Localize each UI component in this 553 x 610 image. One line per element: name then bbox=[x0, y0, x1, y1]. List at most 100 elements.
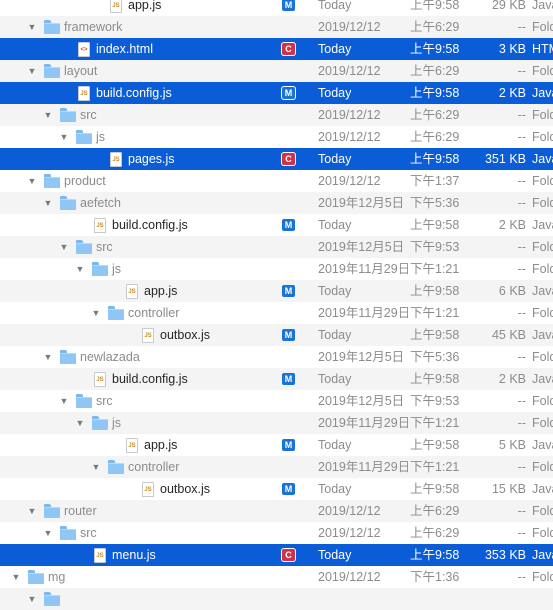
folder-row[interactable]: ▼ src 2019/12/12 上午6:29 -- Fold bbox=[0, 522, 553, 544]
date-cell: Today bbox=[318, 152, 352, 166]
file-row[interactable]: JS app.js M Today 上午9:58 5 KB Java bbox=[0, 434, 553, 456]
folder-icon bbox=[76, 394, 92, 408]
disclosure-triangle-icon[interactable]: ▼ bbox=[42, 346, 54, 368]
size-cell: -- bbox=[517, 196, 526, 210]
conflict-badge: C bbox=[282, 549, 295, 561]
disclosure-triangle-icon[interactable]: ▼ bbox=[10, 566, 22, 588]
disclosure-triangle-icon[interactable]: ▼ bbox=[26, 170, 38, 192]
time-cell: 下午1:21 bbox=[410, 306, 460, 320]
file-row[interactable]: <> index.html C Today 上午9:58 3 KB HTM bbox=[0, 38, 553, 60]
disclosure-triangle-icon[interactable]: ▼ bbox=[90, 456, 102, 478]
date-cell: 2019/12/12 bbox=[318, 108, 381, 122]
size-cell: -- bbox=[517, 394, 526, 408]
folder-row[interactable]: ▼ product 2019/12/12 下午1:37 -- Fold bbox=[0, 170, 553, 192]
disclosure-triangle-icon[interactable]: ▼ bbox=[90, 302, 102, 324]
kind-cell: Fold bbox=[532, 504, 553, 518]
time-cell: 上午9:58 bbox=[410, 482, 460, 496]
time-cell: 上午9:58 bbox=[410, 0, 460, 12]
kind-cell: Java bbox=[532, 86, 553, 100]
disclosure-triangle-icon[interactable]: ▼ bbox=[58, 236, 70, 258]
kind-cell: Fold bbox=[532, 20, 553, 34]
folder-row[interactable]: ▼ framework 2019/12/12 上午6:29 -- Fold bbox=[0, 16, 553, 38]
file-row[interactable]: JS outbox.js M Today 上午9:58 15 KB Java bbox=[0, 478, 553, 500]
kind-cell: Fold bbox=[532, 416, 553, 430]
folder-row[interactable]: ▼ js 2019年11月29日 下午1:21 -- Fold bbox=[0, 412, 553, 434]
size-cell: 5 KB bbox=[498, 438, 526, 452]
size-cell: 2 KB bbox=[498, 218, 526, 232]
folder-row[interactable]: ▼ aefetch 2019年12月5日 下午5:36 -- Fold bbox=[0, 192, 553, 214]
time-cell: 上午9:58 bbox=[410, 218, 460, 232]
disclosure-triangle-icon[interactable]: ▼ bbox=[26, 500, 38, 522]
disclosure-triangle-icon[interactable]: ▼ bbox=[42, 522, 54, 544]
disclosure-triangle-icon[interactable]: ▼ bbox=[26, 60, 38, 82]
name-cell: JS app.js bbox=[0, 280, 276, 302]
date-cell: Today bbox=[318, 42, 352, 56]
file-row[interactable]: JS app.js M Today 上午9:58 29 KB Java bbox=[0, 0, 553, 16]
size-cell: -- bbox=[517, 306, 526, 320]
folder-row[interactable]: ▼ src 2019年12月5日 下午9:53 -- Fold bbox=[0, 390, 553, 412]
file-type-glyph: <> bbox=[80, 47, 88, 53]
item-name: js bbox=[112, 262, 122, 276]
folder-row[interactable]: ▼ controller 2019年11月29日 下午1:21 -- Fold bbox=[0, 302, 553, 324]
kind-cell: Fold bbox=[532, 460, 553, 474]
kind-cell: Fold bbox=[532, 306, 553, 320]
conflict-badge: C bbox=[282, 43, 295, 55]
time-cell: 上午9:58 bbox=[410, 86, 460, 100]
file-icon: JS bbox=[78, 86, 90, 101]
file-icon: JS bbox=[94, 548, 106, 563]
item-name: app.js bbox=[128, 0, 162, 12]
item-name: outbox.js bbox=[160, 328, 211, 342]
folder-row[interactable]: ▼ router 2019/12/12 上午6:29 -- Fold bbox=[0, 500, 553, 522]
file-row[interactable]: JS build.config.js M Today 上午9:58 2 KB Java bbox=[0, 368, 553, 390]
folder-row[interactable]: ▼ mg 2019/12/12 下午1:36 -- Fold bbox=[0, 566, 553, 588]
disclosure-triangle-icon[interactable]: ▼ bbox=[74, 412, 86, 434]
size-cell: 6 KB bbox=[498, 284, 526, 298]
name-cell: JS app.js bbox=[0, 434, 276, 456]
folder-icon bbox=[60, 108, 76, 122]
file-row[interactable]: JS menu.js C Today 上午9:58 353 KB Java bbox=[0, 544, 553, 566]
disclosure-triangle-icon[interactable]: ▼ bbox=[26, 16, 38, 38]
kind-cell: Fold bbox=[532, 262, 553, 276]
kind-cell: Java bbox=[532, 284, 553, 298]
kind-cell: Java bbox=[532, 0, 553, 12]
folder-row[interactable]: ▼ js 2019年11月29日 下午1:21 -- Fold bbox=[0, 258, 553, 280]
file-row[interactable]: JS pages.js C Today 上午9:58 351 KB Java bbox=[0, 148, 553, 170]
folder-row[interactable]: ▼ layout 2019/12/12 上午6:29 -- Fold bbox=[0, 60, 553, 82]
disclosure-triangle-icon[interactable]: ▼ bbox=[42, 192, 54, 214]
file-row[interactable]: JS build.config.js M Today 上午9:58 2 KB Java bbox=[0, 214, 553, 236]
disclosure-triangle-icon[interactable]: ▼ bbox=[58, 390, 70, 412]
file-row[interactable]: JS app.js M Today 上午9:58 6 KB Java bbox=[0, 280, 553, 302]
modified-badge: M bbox=[282, 439, 295, 451]
file-row[interactable]: JS build.config.js M Today 上午9:58 2 KB Java bbox=[0, 82, 553, 104]
name-cell: ▼ src bbox=[0, 390, 276, 412]
date-cell: Today bbox=[318, 438, 352, 452]
date-cell: Today bbox=[318, 328, 352, 342]
folder-row[interactable]: ▼ src 2019/12/12 上午6:29 -- Fold bbox=[0, 104, 553, 126]
file-type-glyph: JS bbox=[144, 333, 152, 339]
folder-row[interactable]: ▼ bbox=[0, 588, 553, 610]
time-cell: 上午6:29 bbox=[410, 64, 460, 78]
folder-row[interactable]: ▼ src 2019年12月5日 下午9:53 -- Fold bbox=[0, 236, 553, 258]
file-row[interactable]: JS outbox.js M Today 上午9:58 45 KB Java bbox=[0, 324, 553, 346]
disclosure-triangle-icon[interactable]: ▼ bbox=[26, 588, 38, 610]
folder-row[interactable]: ▼ newlazada 2019年12月5日 下午5:36 -- Fold bbox=[0, 346, 553, 368]
file-icon: <> bbox=[78, 42, 90, 57]
name-cell: ▼ aefetch bbox=[0, 192, 276, 214]
file-type-glyph: JS bbox=[96, 223, 104, 229]
disclosure-triangle-icon[interactable]: ▼ bbox=[42, 104, 54, 126]
file-type-glyph: JS bbox=[112, 157, 120, 163]
item-name: src bbox=[96, 240, 113, 254]
file-type-glyph: JS bbox=[144, 487, 152, 493]
modified-badge: M bbox=[282, 87, 295, 99]
date-cell: 2019年11月29日 bbox=[318, 306, 408, 320]
date-cell: Today bbox=[318, 482, 352, 496]
folder-row[interactable]: ▼ controller 2019年11月29日 下午1:21 -- Fold bbox=[0, 456, 553, 478]
disclosure-triangle-icon[interactable]: ▼ bbox=[58, 126, 70, 148]
size-cell: 29 KB bbox=[491, 0, 526, 12]
name-cell: ▼ router bbox=[0, 500, 276, 522]
item-name: app.js bbox=[144, 438, 178, 452]
disclosure-triangle-icon[interactable]: ▼ bbox=[74, 258, 86, 280]
date-cell: Today bbox=[318, 372, 352, 386]
name-cell: ▼ controller bbox=[0, 302, 276, 324]
folder-row[interactable]: ▼ js 2019/12/12 上午6:29 -- Fold bbox=[0, 126, 553, 148]
